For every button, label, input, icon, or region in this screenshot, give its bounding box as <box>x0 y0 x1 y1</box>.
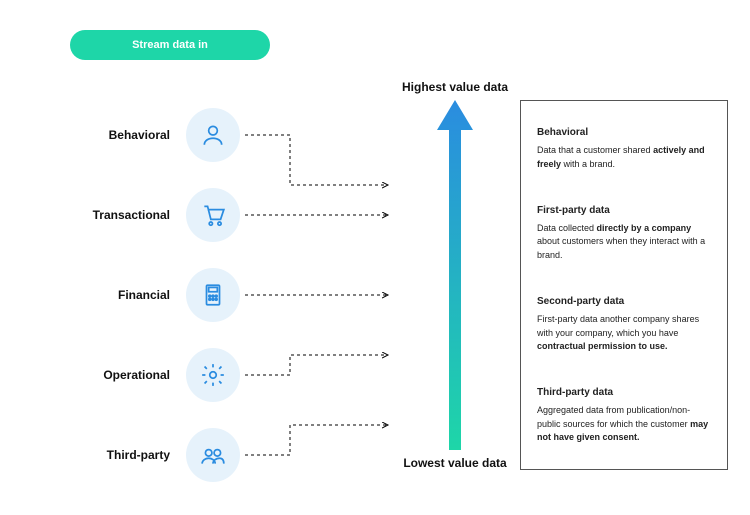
definition-behavioral: Behavioral Data that a customer shared a… <box>537 125 711 171</box>
category-label: Behavioral <box>109 128 170 142</box>
stream-button-label: Stream data in <box>132 39 208 51</box>
gear-icon <box>186 348 240 402</box>
definition-body: Data that a customer shared actively and… <box>537 144 711 171</box>
value-arrow-icon <box>435 100 475 450</box>
connector-lines <box>240 95 390 495</box>
category-label: Operational <box>103 368 170 382</box>
definition-title: Third-party data <box>537 385 711 400</box>
category-operational: Operational <box>70 335 240 415</box>
definition-first-party: First-party data Data collected directly… <box>537 203 711 263</box>
cart-icon <box>186 188 240 242</box>
definition-third-party: Third-party data Aggregated data from pu… <box>537 385 711 445</box>
definition-second-party: Second-party data First-party data anoth… <box>537 294 711 354</box>
lowest-value-label: Lowest value data <box>403 456 506 470</box>
definition-title: Second-party data <box>537 294 711 309</box>
category-label: Financial <box>118 288 170 302</box>
category-label: Transactional <box>93 208 170 222</box>
user-icon <box>186 108 240 162</box>
category-third-party: Third-party <box>70 415 240 495</box>
definition-body: Data collected directly by a company abo… <box>537 222 711 263</box>
definitions-panel: Behavioral Data that a customer shared a… <box>520 100 728 470</box>
category-financial: Financial <box>70 255 240 335</box>
highest-value-label: Highest value data <box>402 80 508 94</box>
value-arrow-region: Highest value data Lowest value data <box>395 80 515 480</box>
calculator-icon <box>186 268 240 322</box>
definition-body: First-party data another company shares … <box>537 313 711 354</box>
category-label: Third-party <box>107 448 170 462</box>
definition-title: First-party data <box>537 203 711 218</box>
category-transactional: Transactional <box>70 175 240 255</box>
definition-title: Behavioral <box>537 125 711 140</box>
group-icon <box>186 428 240 482</box>
category-list: Behavioral Transactional Financial Opera… <box>70 95 240 495</box>
stream-data-button[interactable]: Stream data in <box>70 30 270 60</box>
definition-body: Aggregated data from publication/non-pub… <box>537 404 711 445</box>
category-behavioral: Behavioral <box>70 95 240 175</box>
